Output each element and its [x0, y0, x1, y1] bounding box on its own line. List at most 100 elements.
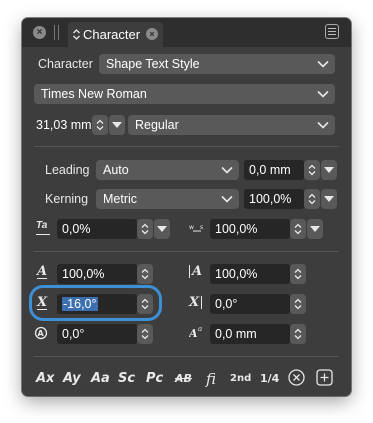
more-options-icon[interactable]	[316, 369, 333, 386]
kerning-stepper[interactable]	[304, 189, 320, 209]
shear-icon: X	[37, 295, 48, 310]
shear-value: -16,0°	[62, 297, 98, 311]
small-caps-button[interactable]: Ay	[63, 370, 81, 388]
vertical-scale-stepper[interactable]	[290, 264, 306, 284]
leading-mode-value: Auto	[103, 163, 129, 177]
stepper-icon	[294, 298, 302, 310]
triangle-down-icon	[324, 167, 334, 173]
stepper-icon	[96, 119, 104, 131]
rotate-character-icon: A	[34, 326, 48, 340]
tracking-dropdown[interactable]	[154, 219, 170, 239]
word-spacing-stepper[interactable]	[290, 219, 306, 239]
horizontal-scale-field[interactable]: 100,0%	[57, 264, 137, 284]
leading-mode-dropdown[interactable]: Auto	[96, 160, 239, 180]
word-spacing-field[interactable]: 100,0%	[210, 219, 290, 239]
stepper-icon	[141, 328, 149, 340]
rotation-field[interactable]: 0,0°	[210, 294, 290, 314]
vertical-scale-value: 100,0%	[215, 267, 258, 281]
divider	[34, 356, 339, 357]
triangle-down-icon	[324, 196, 334, 202]
rotate-character-stepper[interactable]	[137, 324, 153, 344]
chevron-down-icon	[317, 121, 329, 129]
horizontal-scale-icon: A	[37, 264, 48, 279]
kerning-mode-value: Metric	[103, 192, 138, 206]
svg-text:s: s	[200, 224, 203, 231]
stepper-icon	[141, 223, 149, 235]
tracking-stepper[interactable]	[137, 219, 153, 239]
leading-dropdown[interactable]	[321, 160, 337, 180]
font-size-dropdown[interactable]	[109, 115, 125, 135]
stepper-icon	[308, 164, 316, 176]
character-style-label: Character	[38, 57, 93, 71]
kerning-field[interactable]: 100,0%	[244, 189, 304, 209]
font-size-stepper[interactable]	[92, 115, 108, 135]
title-case-button[interactable]: Aa	[91, 370, 110, 388]
kerning-value: 100,0%	[249, 192, 292, 206]
shear-stepper[interactable]	[137, 294, 153, 314]
close-tab-icon[interactable]: ×	[146, 28, 158, 40]
tracking-field[interactable]: 0,0%	[57, 219, 137, 239]
chevron-down-icon	[317, 90, 329, 98]
font-family-dropdown[interactable]: Times New Roman	[34, 84, 335, 104]
small-caps-sc-button[interactable]: Sc	[118, 370, 135, 388]
rotation-stepper[interactable]	[290, 294, 306, 314]
baseline-value: 0,0 mm	[215, 327, 257, 341]
ordinals-button[interactable]: 2nd	[230, 370, 251, 388]
horizontal-scale-stepper[interactable]	[137, 264, 153, 284]
tracking-value: 0,0%	[62, 222, 91, 236]
baseline-stepper[interactable]	[290, 324, 306, 344]
triangle-down-icon	[112, 122, 122, 128]
word-spacing-icon: w s	[189, 224, 203, 232]
petite-caps-button[interactable]: Pc	[146, 370, 163, 388]
triangle-down-icon	[157, 226, 167, 232]
tab-up-down-icon	[73, 29, 80, 40]
svg-text:A: A	[189, 327, 198, 340]
word-spacing-dropdown[interactable]	[307, 219, 323, 239]
text-style-dropdown[interactable]: Shape Text Style	[99, 54, 335, 74]
stepper-icon	[308, 193, 316, 205]
triangle-down-icon	[310, 226, 320, 232]
font-family-value: Times New Roman	[41, 87, 147, 101]
kerning-label: Kerning	[45, 192, 89, 206]
rotation-value: 0,0°	[215, 297, 238, 311]
text-style-value: Shape Text Style	[106, 57, 200, 71]
all-caps-button[interactable]: Ax	[36, 370, 54, 388]
font-style-dropdown[interactable]: Regular	[128, 115, 335, 135]
leading-stepper[interactable]	[304, 160, 320, 180]
stepper-icon	[141, 298, 149, 310]
drag-handle-icon-2	[58, 25, 59, 40]
leading-field[interactable]: 0,0 mm	[244, 160, 304, 180]
font-size-value: 31,03 mm	[36, 118, 92, 132]
tracking-icon: Ta	[36, 220, 50, 235]
close-panel-icon[interactable]: ×	[33, 26, 46, 39]
baseline-shift-icon: A a	[189, 325, 202, 340]
stepper-icon	[294, 223, 302, 235]
ligatures-ab-button[interactable]: AB	[175, 370, 192, 388]
clear-formatting-icon[interactable]	[288, 369, 305, 386]
drag-handle-icon[interactable]	[54, 25, 55, 40]
chevron-down-icon	[221, 195, 233, 203]
stepper-icon	[294, 268, 302, 280]
rotate-character-value: 0,0°	[62, 327, 85, 341]
font-style-value: Regular	[135, 118, 179, 132]
kerning-dropdown[interactable]	[321, 189, 337, 209]
fractions-button[interactable]: 1/4	[260, 370, 279, 388]
stepper-icon	[294, 328, 302, 340]
ligatures-fi-button[interactable]: fi	[206, 370, 216, 388]
svg-text:a: a	[198, 325, 202, 333]
font-size-field[interactable]: 31,03 mm	[34, 115, 93, 135]
rotate-character-field[interactable]: 0,0°	[57, 324, 137, 344]
stepper-icon	[141, 268, 149, 280]
chevron-down-icon	[221, 166, 233, 174]
tab-character[interactable]: Character ×	[68, 22, 163, 47]
vertical-scale-field[interactable]: 100,0%	[210, 264, 290, 284]
leading-value: 0,0 mm	[249, 163, 291, 177]
chevron-down-icon	[317, 60, 329, 68]
kerning-mode-dropdown[interactable]: Metric	[96, 189, 239, 209]
tab-title: Character	[83, 27, 141, 42]
rotation-icon: X	[189, 296, 203, 309]
panel-menu-icon[interactable]	[325, 24, 339, 39]
svg-text:A: A	[38, 329, 45, 338]
baseline-field[interactable]: 0,0 mm	[210, 324, 290, 344]
shear-field[interactable]: -16,0°	[57, 294, 137, 314]
